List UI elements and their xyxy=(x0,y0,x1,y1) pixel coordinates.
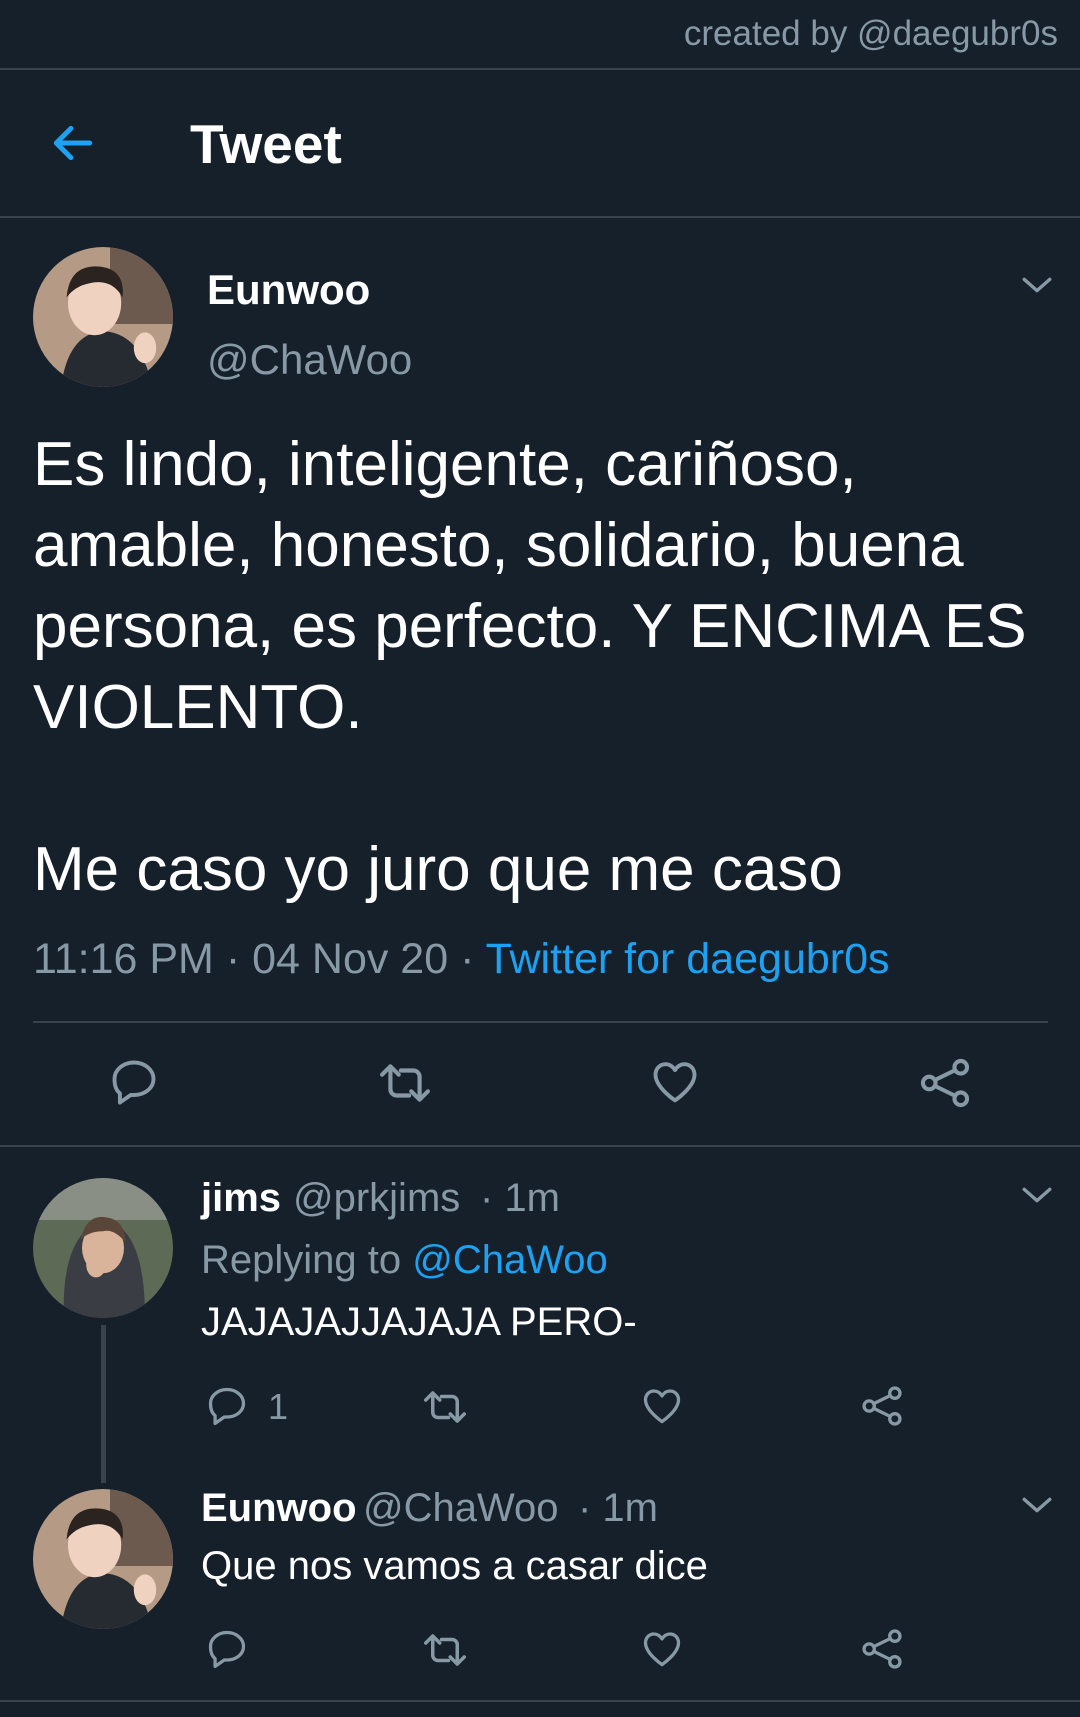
author-handle[interactable]: @ChaWoo xyxy=(207,336,412,384)
tweet-meta: 11:16 PM · 04 Nov 20 · Twitter for daegu… xyxy=(33,935,890,984)
chevron-down-icon xyxy=(1022,1497,1052,1513)
separator: · xyxy=(460,935,475,983)
comment-icon xyxy=(112,1060,156,1105)
share-button[interactable] xyxy=(860,1627,904,1671)
share-icon xyxy=(862,1629,902,1669)
avatar[interactable] xyxy=(33,1489,173,1629)
heart-icon xyxy=(653,1062,697,1103)
retweet-button[interactable] xyxy=(375,1058,435,1108)
reply-author-handle[interactable]: @prkjims xyxy=(293,1176,460,1221)
thread-line xyxy=(101,1325,106,1483)
reply-menu-button[interactable] xyxy=(1020,1494,1054,1516)
reply-button[interactable] xyxy=(108,1056,160,1108)
reply-age: · 1m xyxy=(480,1176,560,1220)
retweet-button[interactable] xyxy=(420,1386,470,1428)
divider xyxy=(0,1145,1080,1147)
tweet-time: 11:16 PM xyxy=(33,935,214,983)
divider xyxy=(0,68,1080,70)
reply-age: · 1m xyxy=(578,1486,658,1530)
tweet-date: 04 Nov 20 xyxy=(252,935,449,983)
chevron-down-icon xyxy=(1022,277,1052,293)
heart-icon xyxy=(643,1389,681,1424)
comment-icon xyxy=(208,1387,246,1426)
tweet-text: Es lindo, inteligente, cariñoso, amable,… xyxy=(33,430,1027,904)
share-button[interactable] xyxy=(860,1384,904,1428)
reply-count: 1 xyxy=(268,1386,289,1427)
retweet-icon xyxy=(380,1064,430,1102)
back-button[interactable] xyxy=(48,118,98,168)
divider xyxy=(33,1021,1048,1023)
divider xyxy=(0,1700,1080,1702)
reply-text: JAJAJAJJAJAJA PERO- xyxy=(201,1300,637,1344)
tweet-source-link[interactable]: Twitter for daegubr0s xyxy=(486,935,890,983)
replying-label: Replying to xyxy=(201,1238,402,1282)
divider xyxy=(0,216,1080,218)
reply-button[interactable] xyxy=(205,1384,249,1428)
share-icon xyxy=(920,1058,970,1108)
heart-icon xyxy=(643,1632,681,1667)
reply-author-handle[interactable]: @ChaWoo xyxy=(363,1486,559,1531)
retweet-button[interactable] xyxy=(420,1629,470,1671)
comment-icon xyxy=(208,1630,246,1669)
reply-menu-button[interactable] xyxy=(1020,1184,1054,1206)
reply-author-name[interactable]: jims xyxy=(201,1176,281,1221)
retweet-icon xyxy=(424,1391,466,1423)
reply-author-name[interactable]: Eunwoo xyxy=(201,1486,357,1531)
avatar[interactable] xyxy=(33,247,173,387)
like-button[interactable] xyxy=(640,1384,684,1428)
like-button[interactable] xyxy=(640,1627,684,1671)
reply-text: Que nos vamos a casar dice xyxy=(201,1544,708,1588)
reply-button[interactable] xyxy=(205,1627,249,1671)
author-name[interactable]: Eunwoo xyxy=(207,266,370,314)
separator: · xyxy=(225,935,241,983)
chevron-down-icon xyxy=(1022,1187,1052,1203)
page-title: Tweet xyxy=(190,113,342,175)
retweet-icon xyxy=(424,1634,466,1666)
like-button[interactable] xyxy=(648,1056,702,1108)
share-button[interactable] xyxy=(918,1056,972,1110)
share-icon xyxy=(862,1386,902,1426)
watermark: created by @daegubr0s xyxy=(683,14,1058,53)
avatar[interactable] xyxy=(33,1178,173,1318)
replying-to: Replying to @ChaWoo xyxy=(201,1238,608,1283)
tweet-menu-button[interactable] xyxy=(1020,274,1054,296)
arrow-left-icon xyxy=(53,125,93,161)
mention-link[interactable]: @ChaWoo xyxy=(412,1238,608,1282)
